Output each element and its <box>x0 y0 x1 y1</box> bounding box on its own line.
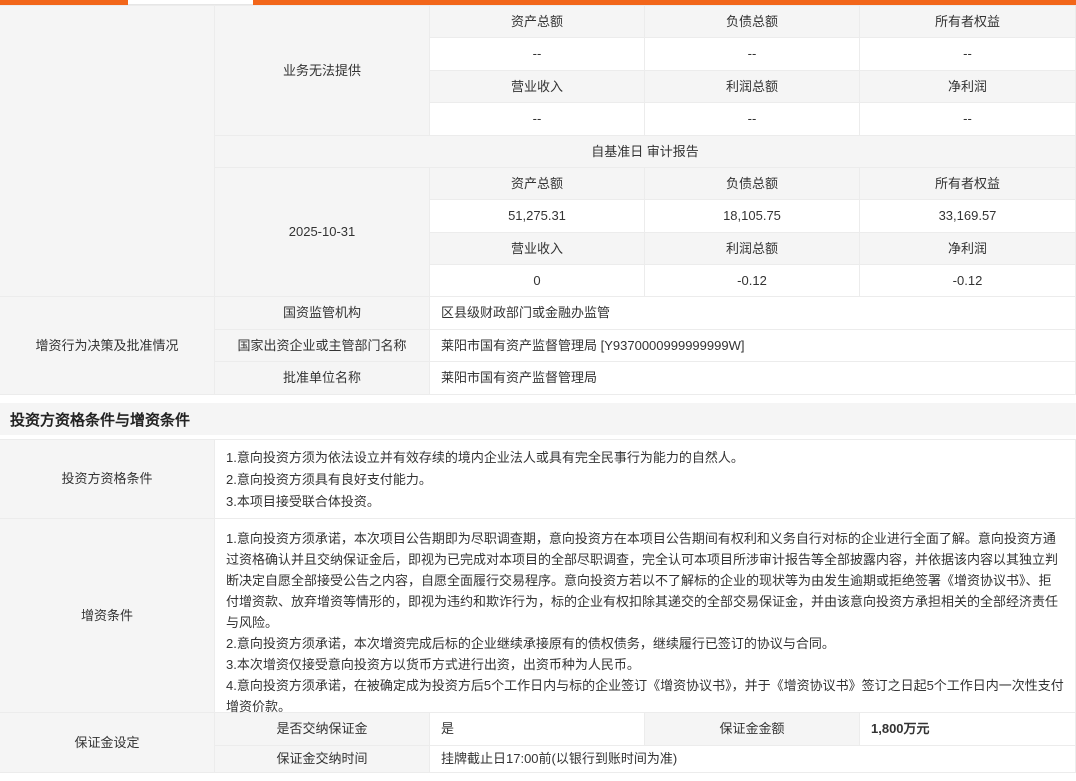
approving-unit-value: 莱阳市国有资产监督管理局 <box>430 362 1076 395</box>
deposit-time-label: 保证金交纳时间 <box>215 746 430 773</box>
value-owners-equity: -- <box>860 38 1076 71</box>
value-operating-revenue: 0 <box>430 265 645 297</box>
conditions-clause: 4.意向投资方须承诺，在被确定成为投资方后5个工作日内与标的企业签订《增资协议书… <box>226 675 1064 717</box>
header-operating-revenue: 营业收入 <box>430 71 645 103</box>
header-net-profit: 净利润 <box>860 71 1076 103</box>
value-total-liabilities: -- <box>645 38 860 71</box>
deposit-required-value: 是 <box>430 713 645 746</box>
conditions-clause: 1.意向投资方须承诺，本次项目公告期即为尽职调查期，意向投资方在本项目公告期间有… <box>226 528 1064 633</box>
qualification-label: 投资方资格条件 <box>0 440 215 519</box>
regulator-value: 区县级财政部门或金融办监管 <box>430 297 1076 330</box>
accent-bar-left-segment <box>0 0 128 5</box>
value-net-profit: -- <box>860 103 1076 136</box>
approval-group-label: 增资行为决策及批准情况 <box>0 297 215 395</box>
audit-base-date: 2025-10-31 <box>215 168 430 297</box>
header-net-profit: 净利润 <box>860 233 1076 265</box>
business-unavailable-label: 业务无法提供 <box>215 6 430 136</box>
approving-unit-label: 批准单位名称 <box>215 362 430 395</box>
value-total-profit: -0.12 <box>645 265 860 297</box>
qualification-line: 3.本项目接受联合体投资。 <box>226 491 1064 513</box>
header-operating-revenue: 营业收入 <box>430 233 645 265</box>
header-total-assets: 资产总额 <box>430 168 645 200</box>
header-total-profit: 利润总额 <box>645 71 860 103</box>
deposit-required-label: 是否交纳保证金 <box>215 713 430 746</box>
audit-report-banner: 自基准日 审计报告 <box>215 136 1076 168</box>
deposit-time-value: 挂牌截止日17:00前(以银行到账时间为准) <box>430 746 1076 773</box>
header-total-liabilities: 负债总额 <box>645 168 860 200</box>
state-funded-entity-label: 国家出资企业或主管部门名称 <box>215 330 430 362</box>
header-owners-equity: 所有者权益 <box>860 168 1076 200</box>
conditions-clause: 3.本次增资仅接受意向投资方以货币方式进行出资，出资币种为人民币。 <box>226 654 1064 675</box>
conditions-clause: 2.意向投资方须承诺，本次增资完成后标的企业继续承接原有的债权债务，继续履行已签… <box>226 633 1064 654</box>
header-total-liabilities: 负债总额 <box>645 6 860 38</box>
qualification-line: 1.意向投资方须为依法设立并有效存续的境内企业法人或具有完全民事行为能力的自然人… <box>226 447 1064 469</box>
qualification-line: 2.意向投资方须具有良好支付能力。 <box>226 469 1064 491</box>
deposit-amount-value: 1,800万元 <box>860 713 1076 746</box>
conditions-text: 1.意向投资方须承诺，本次项目公告期即为尽职调查期，意向投资方在本项目公告期间有… <box>215 519 1076 713</box>
value-total-assets: -- <box>430 38 645 71</box>
financial-summary-table: 业务无法提供 资产总额 负债总额 所有者权益 -- -- -- 营业收入 利润总… <box>0 5 1076 395</box>
conditions-table: 投资方资格条件 1.意向投资方须为依法设立并有效存续的境内企业法人或具有完全民事… <box>0 439 1076 773</box>
value-owners-equity: 33,169.57 <box>860 200 1076 233</box>
conditions-label: 增资条件 <box>0 519 215 713</box>
deposit-amount-label: 保证金金额 <box>645 713 860 746</box>
value-total-assets: 51,275.31 <box>430 200 645 233</box>
top-accent-bar <box>0 0 1076 5</box>
value-net-profit: -0.12 <box>860 265 1076 297</box>
section-title: 投资方资格条件与增资条件 <box>0 403 1076 435</box>
empty-left-cell <box>0 6 215 297</box>
qualification-text: 1.意向投资方须为依法设立并有效存续的境内企业法人或具有完全民事行为能力的自然人… <box>215 440 1076 519</box>
page: 业务无法提供 资产总额 负债总额 所有者权益 -- -- -- 营业收入 利润总… <box>0 0 1076 781</box>
regulator-label: 国资监管机构 <box>215 297 430 330</box>
header-total-assets: 资产总额 <box>430 6 645 38</box>
header-total-profit: 利润总额 <box>645 233 860 265</box>
value-operating-revenue: -- <box>430 103 645 136</box>
state-funded-entity-value: 莱阳市国有资产监督管理局 [Y9370000999999999W] <box>430 330 1076 362</box>
deposit-group-label: 保证金设定 <box>0 713 215 773</box>
accent-bar-right-segment <box>253 0 1076 5</box>
header-owners-equity: 所有者权益 <box>860 6 1076 38</box>
value-total-liabilities: 18,105.75 <box>645 200 860 233</box>
accent-bar-tab-gap <box>128 4 253 5</box>
value-total-profit: -- <box>645 103 860 136</box>
